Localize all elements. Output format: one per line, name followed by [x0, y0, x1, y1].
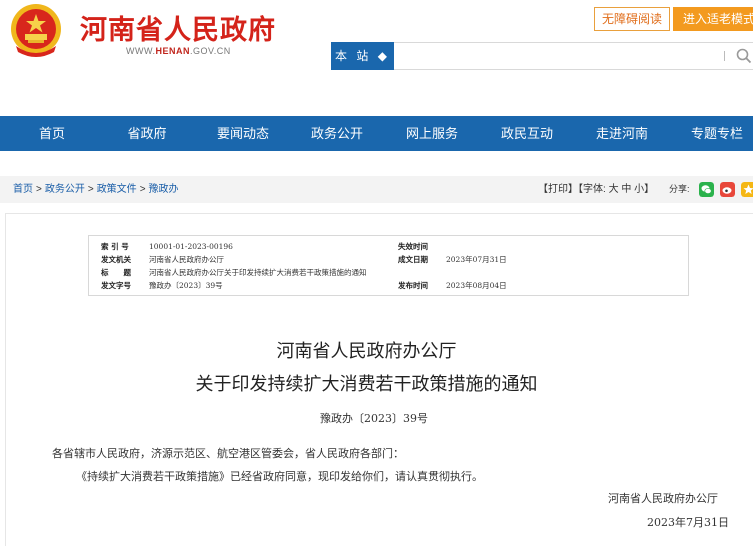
document-date: 2023年7月31日 — [647, 516, 729, 529]
nav-item-special-topics[interactable]: 专题专栏 — [686, 116, 748, 151]
document-title-line-1: 河南省人民政府办公厅 — [276, 341, 457, 362]
meta-row-1: 索 引 号 10001-01-2023-00196 失效时间 — [89, 240, 688, 253]
meta-issuer-value: 河南省人民政府办公厅 — [149, 255, 224, 264]
share-label: 分享: — [669, 184, 690, 194]
breadcrumb-gov-affairs[interactable]: 政务公开 — [45, 184, 85, 195]
meta-published-value: 2023年08月04日 — [446, 281, 507, 290]
site-url-prefix: WWW. — [126, 46, 156, 56]
font-size-suffix: 】 — [644, 184, 655, 195]
font-large-button[interactable]: 大 — [609, 184, 619, 195]
nav-item-home[interactable]: 首页 — [22, 116, 82, 151]
document-body: 《持续扩大消费若干政策措施》已经省政府同意，现印发给你们，请认真贯彻执行。 — [76, 470, 483, 483]
meta-row-2: 发文机关 河南省人民政府办公厅 成文日期 2023年07月31日 — [89, 253, 688, 266]
site-logo-title[interactable]: 河南省人民政府 — [80, 8, 276, 47]
document-title-line-2: 关于印发持续扩大消费若干政策措施的通知 — [195, 374, 538, 395]
search-input[interactable] — [396, 43, 726, 69]
nav-item-interaction[interactable]: 政民互动 — [496, 116, 558, 151]
accessibility-button[interactable]: 无障碍阅读 — [594, 7, 670, 31]
meta-docno-label: 发文字号 — [101, 281, 131, 290]
document-addressee: 各省辖市人民政府，济源示范区、航空港区管委会，省人民政府各部门： — [52, 447, 404, 460]
article-content: 索 引 号 10001-01-2023-00196 失效时间 发文机关 河南省人… — [5, 213, 753, 546]
site-url-suffix: .GOV.CN — [190, 46, 231, 56]
nav-item-about-henan[interactable]: 走进河南 — [591, 116, 653, 151]
meta-created-label: 成文日期 — [398, 255, 428, 264]
page-tools: 【打印】【字体: 大 中 小】 — [538, 176, 654, 203]
qzone-icon[interactable] — [741, 182, 753, 197]
search-icon[interactable] — [735, 47, 753, 65]
meta-docno-value: 豫政办〔2023〕39号 — [149, 281, 223, 290]
breadcrumb-separator: > — [87, 184, 94, 195]
font-medium-button[interactable]: 中 — [621, 184, 631, 195]
nav-item-gov-affairs[interactable]: 政务公开 — [306, 116, 368, 151]
site-header: 河南省人民政府 WWW.HENAN.GOV.CN 无障碍阅读 进入适老模式 本 … — [0, 0, 753, 116]
elder-mode-button[interactable]: 进入适老模式 — [673, 7, 753, 31]
document-number: 豫政办〔2023〕39号 — [320, 412, 428, 425]
font-size-prefix: 【字体: — [578, 184, 606, 195]
breadcrumb-separator: > — [36, 184, 42, 195]
breadcrumb-yuzhengban[interactable]: 豫政办 — [149, 184, 179, 195]
site-url-highlight: HENAN — [155, 46, 191, 56]
document-signature: 河南省人民政府办公厅 — [608, 492, 718, 505]
meta-issuer-label: 发文机关 — [101, 255, 131, 264]
breadcrumb: 首页 > 政务公开 > 政策文件 > 豫政办 — [13, 176, 179, 203]
national-emblem-icon — [11, 4, 61, 57]
document-meta-table: 索 引 号 10001-01-2023-00196 失效时间 发文机关 河南省人… — [88, 235, 689, 296]
meta-index-label: 索 引 号 — [101, 242, 129, 251]
meta-title-label: 标 题 — [101, 268, 131, 277]
search-divider — [724, 51, 725, 61]
meta-index-value: 10001-01-2023-00196 — [149, 242, 233, 251]
breadcrumb-bar: 首页 > 政务公开 > 政策文件 > 豫政办 【打印】【字体: 大 中 小】 分享: — [0, 176, 753, 203]
breadcrumb-policy-docs[interactable]: 政策文件 — [97, 184, 137, 195]
print-button[interactable]: 【打印】 — [538, 184, 578, 195]
meta-row-4: 发文字号 豫政办〔2023〕39号 发布时间 2023年08月04日 — [89, 279, 688, 292]
breadcrumb-home[interactable]: 首页 — [13, 184, 33, 195]
main-nav: 首页 省政府 要闻动态 政务公开 网上服务 政民互动 走进河南 专题专栏 — [0, 116, 753, 151]
nav-item-online-services[interactable]: 网上服务 — [401, 116, 463, 151]
search-scope-select[interactable]: 本 站 ◆ — [331, 42, 394, 70]
wechat-icon[interactable] — [699, 182, 714, 197]
search-bar: 本 站 ◆ — [331, 42, 753, 70]
meta-title-value: 河南省人民政府办公厅关于印发持续扩大消费若干政策措施的通知 — [149, 268, 367, 277]
breadcrumb-separator: > — [139, 184, 146, 195]
nav-item-provincial-gov[interactable]: 省政府 — [117, 116, 177, 151]
weibo-icon[interactable] — [720, 182, 735, 197]
site-url: WWW.HENAN.GOV.CN — [126, 46, 231, 56]
meta-row-3: 标 题 河南省人民政府办公厅关于印发持续扩大消费若干政策措施的通知 — [89, 266, 688, 279]
nav-item-news[interactable]: 要闻动态 — [212, 116, 274, 151]
font-small-button[interactable]: 小 — [634, 184, 644, 195]
meta-published-label: 发布时间 — [398, 281, 428, 290]
meta-created-value: 2023年07月31日 — [446, 255, 507, 264]
meta-valid-label: 失效时间 — [398, 242, 428, 251]
